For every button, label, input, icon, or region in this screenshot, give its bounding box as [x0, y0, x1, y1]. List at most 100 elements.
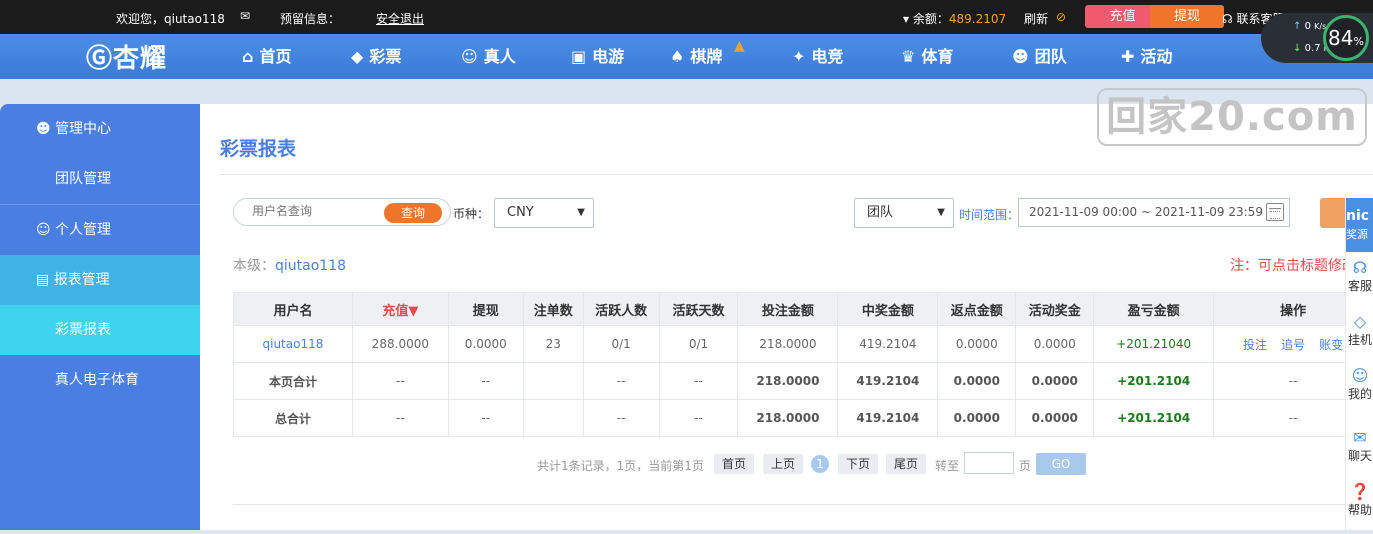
cell: 0.0000 — [1015, 362, 1095, 400]
trophy-icon: ♛ — [901, 47, 916, 66]
table-row-grand-total: 总合计 -- -- -- -- 218.0000 419.2104 0.0000… — [233, 399, 1373, 437]
reserve-info-label: 预留信息： — [280, 12, 341, 26]
current-page[interactable]: 1 — [811, 455, 829, 473]
balance-value: 489.2107 — [948, 12, 1007, 26]
username-search: 查询 — [233, 198, 451, 226]
cell: 0.0000 — [937, 399, 1017, 437]
refresh-link[interactable]: 刷新 — [1024, 10, 1048, 27]
recharge-button[interactable]: 充值 — [1085, 5, 1160, 28]
cell: -- — [447, 362, 524, 400]
page-number-input[interactable] — [964, 452, 1014, 474]
cell: 0/1 — [582, 325, 660, 363]
prize-source-label: 奖源 — [1346, 228, 1368, 241]
chat-icon: ✉ — [1353, 428, 1367, 447]
upload-speed: ↑ 0 K/s — [1293, 21, 1327, 32]
col-active-users[interactable]: 活跃人数 — [582, 292, 660, 326]
col-orders[interactable]: 注单数 — [522, 292, 584, 326]
prize-source-button[interactable]: nic 奖源 — [1346, 198, 1373, 252]
cell: 0.0000 — [937, 325, 1017, 363]
top-bar: 欢迎您，qiutao118 ✉ 预留信息： 安全退出 ▾ 余额：489.2107… — [0, 0, 1373, 34]
go-button[interactable]: GO — [1036, 453, 1086, 475]
sidebar-item-personal-management[interactable]: ☺ 个人管理 — [0, 205, 200, 255]
nav-sports[interactable]: ♛ 体育 — [901, 34, 953, 79]
account-change-link[interactable]: 账变 — [1319, 338, 1343, 352]
cell — [522, 399, 584, 437]
col-bet[interactable]: 投注金额 — [737, 292, 839, 326]
currency-label: 币种： — [453, 207, 490, 221]
site-logo[interactable]: Ⓖ杏耀 — [86, 38, 167, 75]
currency-select[interactable]: CNY ▼ — [494, 198, 594, 228]
col-recharge[interactable]: 充值▼ — [351, 292, 449, 326]
last-page-button[interactable]: 尾页 — [886, 454, 926, 474]
logout-link[interactable]: 安全退出 — [376, 10, 424, 27]
cell: 0/1 — [658, 325, 739, 363]
hangup-button[interactable]: ◇ 挂机 — [1346, 312, 1373, 364]
slot-icon: ▣ — [571, 47, 587, 66]
nav-home[interactable]: ⌂ 首页 — [242, 34, 291, 79]
hide-eye-icon[interactable]: ⊘ — [1056, 10, 1066, 24]
date-range-input[interactable]: 2021-11-09 00:00 ~ 2021-11-09 23:59 — [1018, 198, 1290, 227]
nav-chess[interactable]: ♠ 棋牌 ▲ — [670, 34, 745, 79]
sidebar: ☻ 管理中心 团队管理 ☺ 个人管理 ▤ 报表管理 彩票报表 真人电子体育 — [0, 104, 200, 530]
cell: 419.2104 — [837, 362, 939, 400]
level-user-link[interactable]: qiutao118 — [275, 258, 346, 274]
cell: 23 — [522, 325, 584, 363]
nav-activity[interactable]: ✚ 活动 — [1121, 34, 1172, 79]
cell: -- — [447, 399, 524, 437]
chat-button[interactable]: ✉ 聊天 — [1346, 428, 1373, 480]
row-user-link[interactable]: qiutao118 — [233, 325, 353, 363]
pager-summary: 共计1条记录，1页，当前第1页 — [537, 459, 704, 473]
sidebar-item-live-electronic-sports[interactable]: 真人电子体育 — [0, 355, 200, 405]
main-nav: Ⓖ杏耀 ⌂ 首页 ◆ 彩票 ☺ 真人 ▣ 电游 ♠ 棋牌 ▲ ✦ 电竞 ♛ 体育 ☻ 团队 ✚ 活动 — [0, 34, 1373, 79]
chase-link[interactable]: 追号 — [1281, 338, 1305, 352]
divider — [233, 504, 1373, 505]
next-page-button[interactable]: 下页 — [838, 454, 878, 474]
cell — [522, 362, 584, 400]
nav-lottery[interactable]: ◆ 彩票 — [351, 34, 401, 79]
prev-page-button[interactable]: 上页 — [763, 454, 803, 474]
help-button[interactable]: ❓ 帮助 — [1346, 482, 1373, 534]
sidebar-item-management-center[interactable]: ☻ 管理中心 — [0, 104, 200, 154]
service-button[interactable]: ☊ 客服 — [1346, 258, 1373, 310]
cell: 本页合计 — [233, 362, 353, 400]
bet-link[interactable]: 投注 — [1243, 338, 1267, 352]
col-rebate[interactable]: 返点金额 — [937, 292, 1017, 326]
nav-team[interactable]: ☻ 团队 — [1012, 34, 1067, 79]
withdraw-button[interactable]: 提现 — [1150, 5, 1224, 28]
sidebar-item-team-management[interactable]: 团队管理 — [0, 154, 200, 204]
logo-emblem-icon: Ⓖ — [86, 44, 114, 74]
cell: 218.0000 — [737, 399, 839, 437]
team-icon: ☻ — [36, 121, 51, 137]
cell: 218.0000 — [737, 362, 839, 400]
cell: 总合计 — [233, 399, 353, 437]
fire-icon: ▲ — [734, 38, 745, 54]
search-button[interactable]: 查询 — [384, 203, 442, 223]
nav-esports[interactable]: ✦ 电竞 — [792, 34, 843, 79]
sidebar-item-lottery-report[interactable]: 彩票报表 — [0, 305, 200, 355]
col-withdraw[interactable]: 提现 — [447, 292, 524, 326]
col-username[interactable]: 用户名 — [233, 292, 353, 326]
cell: 0.0000 — [1015, 325, 1095, 363]
nav-live[interactable]: ☺ 真人 — [461, 34, 516, 79]
mail-icon[interactable]: ✉ — [240, 9, 250, 23]
col-bonus[interactable]: 活动奖金 — [1015, 292, 1095, 326]
calendar-icon[interactable] — [1266, 203, 1284, 221]
cell: -- — [658, 399, 739, 437]
diamond-icon: ◇ — [1353, 312, 1367, 331]
cpu-percent: 84% — [1323, 15, 1369, 61]
col-active-days[interactable]: 活跃天数 — [658, 292, 739, 326]
scope-select[interactable]: 团队 ▼ — [854, 198, 954, 228]
cell: 218.0000 — [737, 325, 839, 363]
search-input[interactable] — [252, 204, 382, 218]
level-info: 本级：qiutao118 — [233, 258, 347, 274]
col-win[interactable]: 中奖金额 — [837, 292, 939, 326]
nav-slots[interactable]: ▣ 电游 — [571, 34, 624, 79]
sidebar-item-report-management[interactable]: ▤ 报表管理 — [0, 255, 200, 305]
cell: 288.0000 — [351, 325, 449, 363]
note-text: 注：可点击标题修改 — [1230, 258, 1356, 274]
first-page-button[interactable]: 首页 — [714, 454, 754, 474]
mine-button[interactable]: ☺ 我的 — [1346, 366, 1373, 418]
col-pnl[interactable]: 盈亏金额 — [1093, 292, 1215, 326]
cell-pnl: +201.2104 — [1093, 362, 1215, 400]
time-range-label: 时间范围： — [959, 208, 1020, 222]
